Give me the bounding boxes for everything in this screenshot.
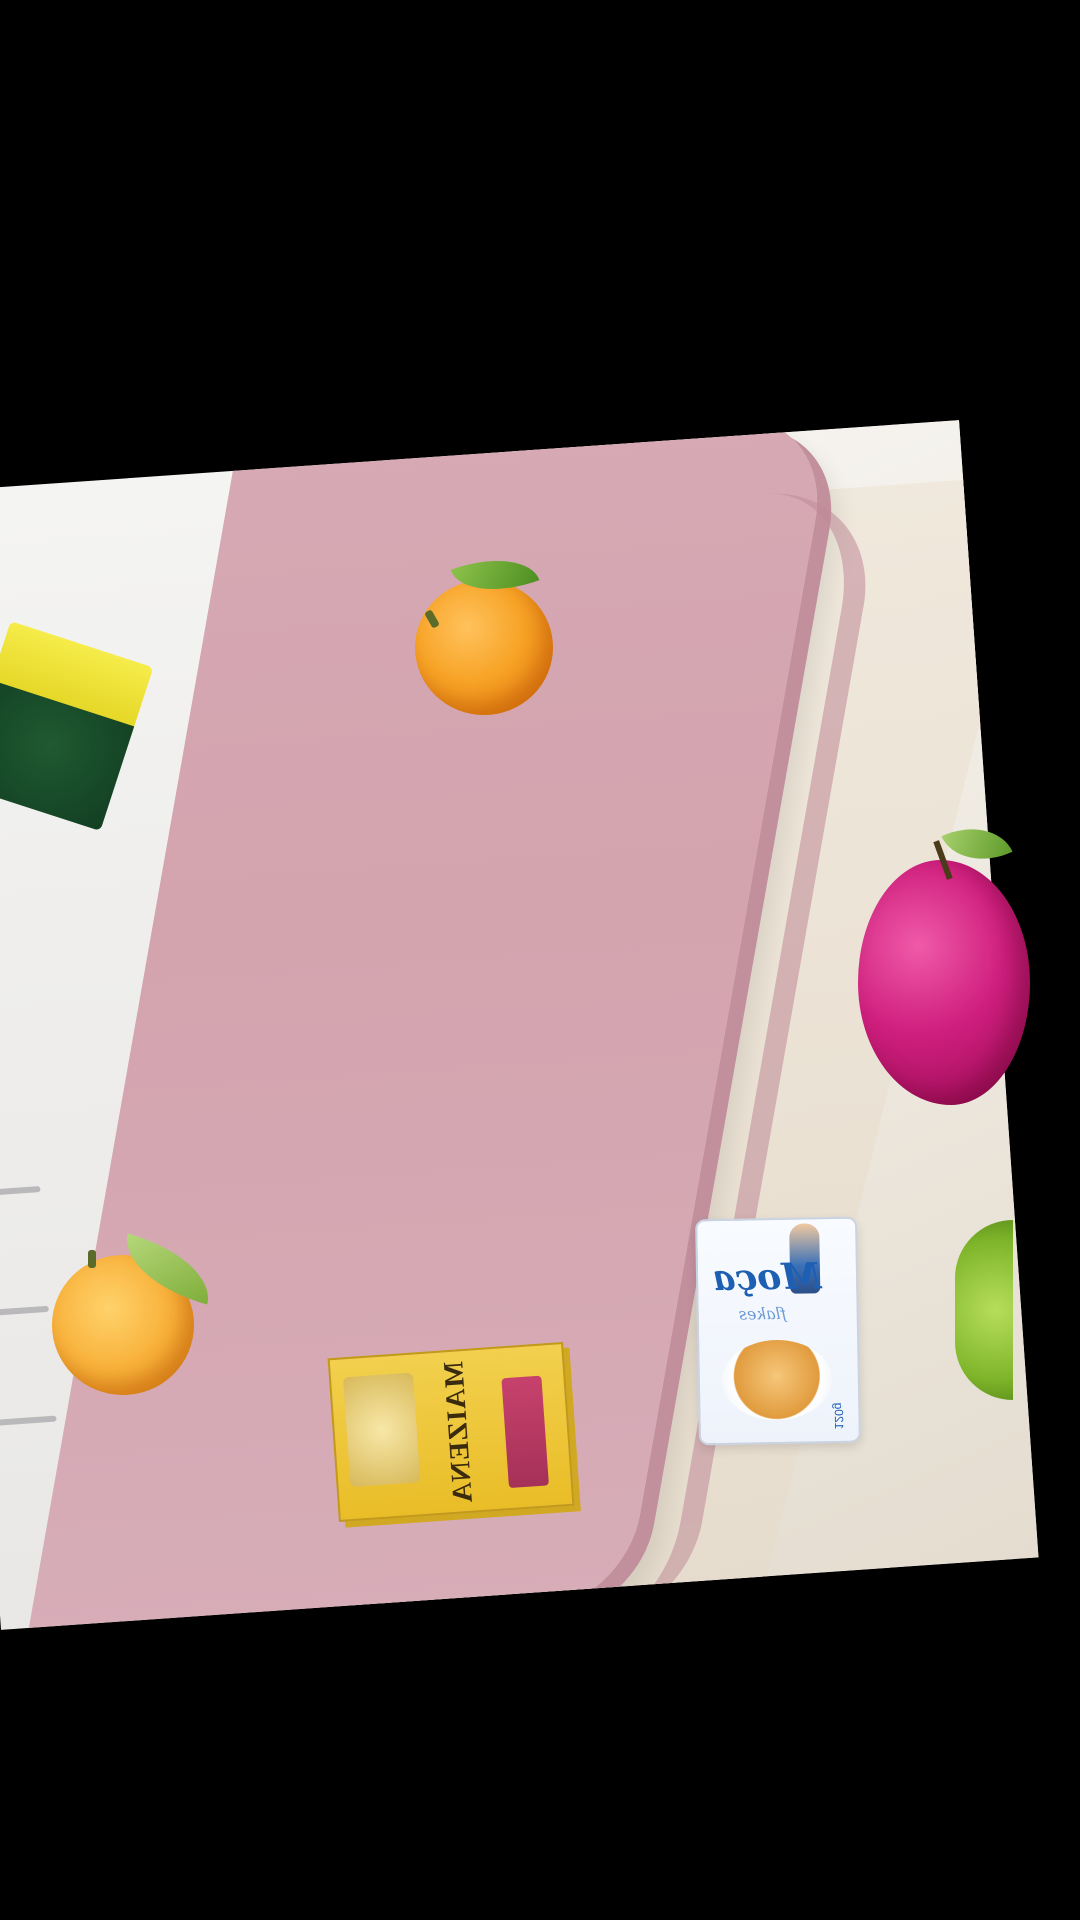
orange-sticker[interactable] — [415, 580, 553, 715]
moca-flakes-pouch-sticker[interactable]: Moça flakes 120g — [695, 1216, 861, 1446]
apple-sticker[interactable] — [858, 860, 1030, 1105]
leg-bar — [0, 1305, 49, 1317]
cereal-bowl-icon — [721, 1339, 833, 1421]
maizena-box-sticker[interactable]: MAIZENA — [327, 1341, 575, 1523]
leg-bar — [0, 1415, 57, 1427]
box-brand-label: MAIZENA — [438, 1360, 479, 1505]
leg-bar — [0, 1186, 41, 1197]
pouch-subtitle-label: flakes — [738, 1303, 787, 1324]
box-illustration — [342, 1372, 421, 1488]
stem-icon — [88, 1250, 96, 1268]
box-ribbon — [501, 1375, 549, 1489]
pouch-weight-label: 120g — [831, 1402, 847, 1430]
green-fruit-sticker[interactable] — [955, 1220, 1013, 1400]
pouch-brand-label: Moça — [711, 1255, 822, 1300]
scene: MAIZENA Moça flakes 120g — [0, 0, 1080, 1920]
